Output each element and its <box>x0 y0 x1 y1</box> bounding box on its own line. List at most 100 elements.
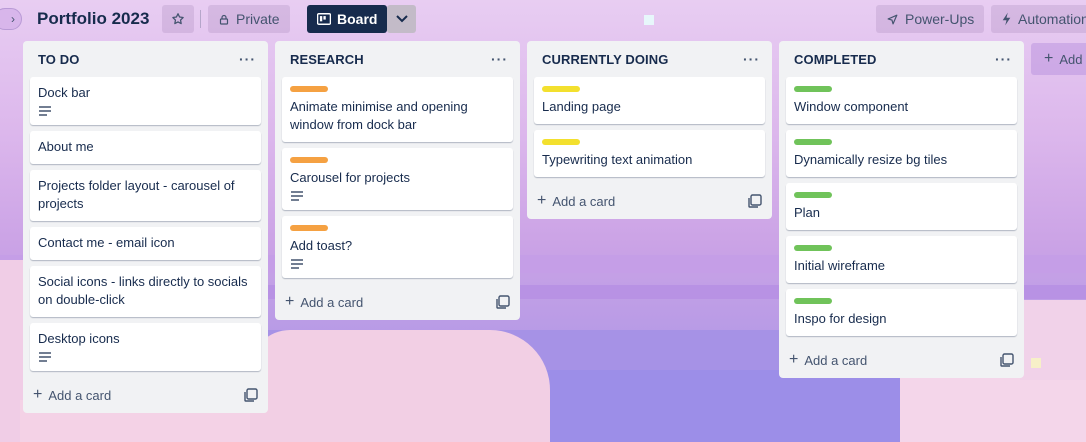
add-card-label: Add a card <box>804 352 868 368</box>
template-icon[interactable] <box>1000 353 1014 367</box>
card[interactable]: Animate minimise and opening window from… <box>282 77 513 142</box>
list-title[interactable]: TO DO <box>38 52 79 67</box>
card[interactable]: Carousel for projects <box>282 148 513 210</box>
card[interactable]: Contact me - email icon <box>30 227 261 260</box>
card-title: Window component <box>794 99 909 114</box>
card-title: Landing page <box>542 99 621 114</box>
list-title[interactable]: CURRENTLY DOING <box>542 52 668 67</box>
sidebar-toggle-button[interactable]: › <box>0 8 22 30</box>
add-card-label: Add a card <box>48 387 112 403</box>
card-title: Add toast? <box>290 238 353 253</box>
list-menu-button[interactable]: ··· <box>491 51 508 67</box>
template-icon[interactable] <box>748 194 762 208</box>
automation-button[interactable]: Automation <box>991 5 1086 33</box>
card-title: Initial wireframe <box>794 258 886 273</box>
list-menu-button[interactable]: ··· <box>239 51 256 67</box>
board-header: › Portfolio 2023 Private Board Power-Ups… <box>0 0 1086 38</box>
add-list-label: Add <box>1059 51 1083 67</box>
list-title[interactable]: COMPLETED <box>794 52 877 67</box>
card-label-green[interactable] <box>794 86 832 92</box>
list-header: RESEARCH ··· <box>275 41 520 77</box>
board-view-button[interactable]: Board <box>307 5 388 33</box>
card-label-green[interactable] <box>794 192 832 198</box>
header-divider <box>200 10 201 28</box>
card[interactable]: Projects folder layout - carousel of pro… <box>30 170 261 221</box>
card[interactable]: Desktop icons <box>30 323 261 371</box>
card-title: Social icons - links directly to socials… <box>38 274 248 307</box>
star-icon <box>172 13 184 25</box>
card-title: Plan <box>794 205 821 220</box>
card-label-yellow[interactable] <box>542 86 580 92</box>
card[interactable]: Dock bar <box>30 77 261 125</box>
card[interactable]: Initial wireframe <box>786 236 1017 283</box>
add-card-button[interactable]: + Add a card <box>33 387 111 403</box>
card[interactable]: Plan <box>786 183 1017 230</box>
card-label-green[interactable] <box>794 245 832 251</box>
star-button[interactable] <box>162 5 194 33</box>
card[interactable]: Inspo for design <box>786 289 1017 336</box>
board-view-label: Board <box>337 11 378 27</box>
powerups-button[interactable]: Power-Ups <box>876 5 985 33</box>
card-title: Contact me - email icon <box>38 235 175 250</box>
card[interactable]: Dynamically resize bg tiles <box>786 130 1017 177</box>
add-list-button[interactable]: + Add <box>1031 43 1086 75</box>
template-icon[interactable] <box>244 388 258 402</box>
card-label-orange[interactable] <box>290 157 328 163</box>
list-header: CURRENTLY DOING ··· <box>527 41 772 77</box>
list-to-do: TO DO ··· Dock bar About me Projects fol… <box>23 41 268 413</box>
card-title: Dynamically resize bg tiles <box>794 152 948 167</box>
template-icon[interactable] <box>496 295 510 309</box>
card-title: Typewriting text animation <box>542 152 693 167</box>
description-icon <box>291 259 303 269</box>
rocket-icon <box>887 14 898 24</box>
chevron-down-icon <box>395 15 408 23</box>
card[interactable]: Typewriting text animation <box>534 130 765 177</box>
card-label-orange[interactable] <box>290 86 328 92</box>
board-title[interactable]: Portfolio 2023 <box>37 9 149 29</box>
list-title[interactable]: RESEARCH <box>290 52 364 67</box>
card-title: Carousel for projects <box>290 170 410 185</box>
card-title: Desktop icons <box>38 331 120 346</box>
card-label-orange[interactable] <box>290 225 328 231</box>
card-title: Projects folder layout - carousel of pro… <box>38 178 235 211</box>
card[interactable]: About me <box>30 131 261 164</box>
add-card-button[interactable]: + Add a card <box>537 193 615 209</box>
card-title: Inspo for design <box>794 311 887 326</box>
add-card-row: + Add a card <box>779 342 1024 378</box>
powerups-label: Power-Ups <box>905 11 975 27</box>
card-title: About me <box>38 139 94 154</box>
plus-icon: + <box>285 293 295 310</box>
board-icon <box>317 13 331 25</box>
description-icon <box>39 352 51 362</box>
list-header: TO DO ··· <box>23 41 268 77</box>
card[interactable]: Landing page <box>534 77 765 124</box>
plus-icon: + <box>1044 50 1054 67</box>
add-card-button[interactable]: + Add a card <box>285 294 363 310</box>
card-label-green[interactable] <box>794 139 832 145</box>
visibility-label: Private <box>236 11 280 27</box>
add-card-button[interactable]: + Add a card <box>789 352 867 368</box>
visibility-button[interactable]: Private <box>208 5 290 33</box>
list-currently-doing: CURRENTLY DOING ··· Landing page Typewri… <box>527 41 772 219</box>
list-completed: COMPLETED ··· Window component Dynamical… <box>779 41 1024 378</box>
add-card-label: Add a card <box>300 294 364 310</box>
view-switcher-button[interactable] <box>387 5 416 33</box>
add-card-row: + Add a card <box>23 377 268 413</box>
list-research: RESEARCH ··· Animate minimise and openin… <box>275 41 520 320</box>
add-card-label: Add a card <box>552 193 616 209</box>
list-menu-button[interactable]: ··· <box>995 51 1012 67</box>
card-label-green[interactable] <box>794 298 832 304</box>
lock-icon <box>219 14 229 25</box>
card-label-yellow[interactable] <box>542 139 580 145</box>
list-menu-button[interactable]: ··· <box>743 51 760 67</box>
add-card-row: + Add a card <box>275 284 520 320</box>
plus-icon: + <box>789 351 799 368</box>
add-card-row: + Add a card <box>527 183 772 219</box>
plus-icon: + <box>33 386 43 403</box>
card[interactable]: Add toast? <box>282 216 513 278</box>
list-header: COMPLETED ··· <box>779 41 1024 77</box>
description-icon <box>291 191 303 201</box>
card[interactable]: Window component <box>786 77 1017 124</box>
card[interactable]: Social icons - links directly to socials… <box>30 266 261 317</box>
description-icon <box>39 106 51 116</box>
